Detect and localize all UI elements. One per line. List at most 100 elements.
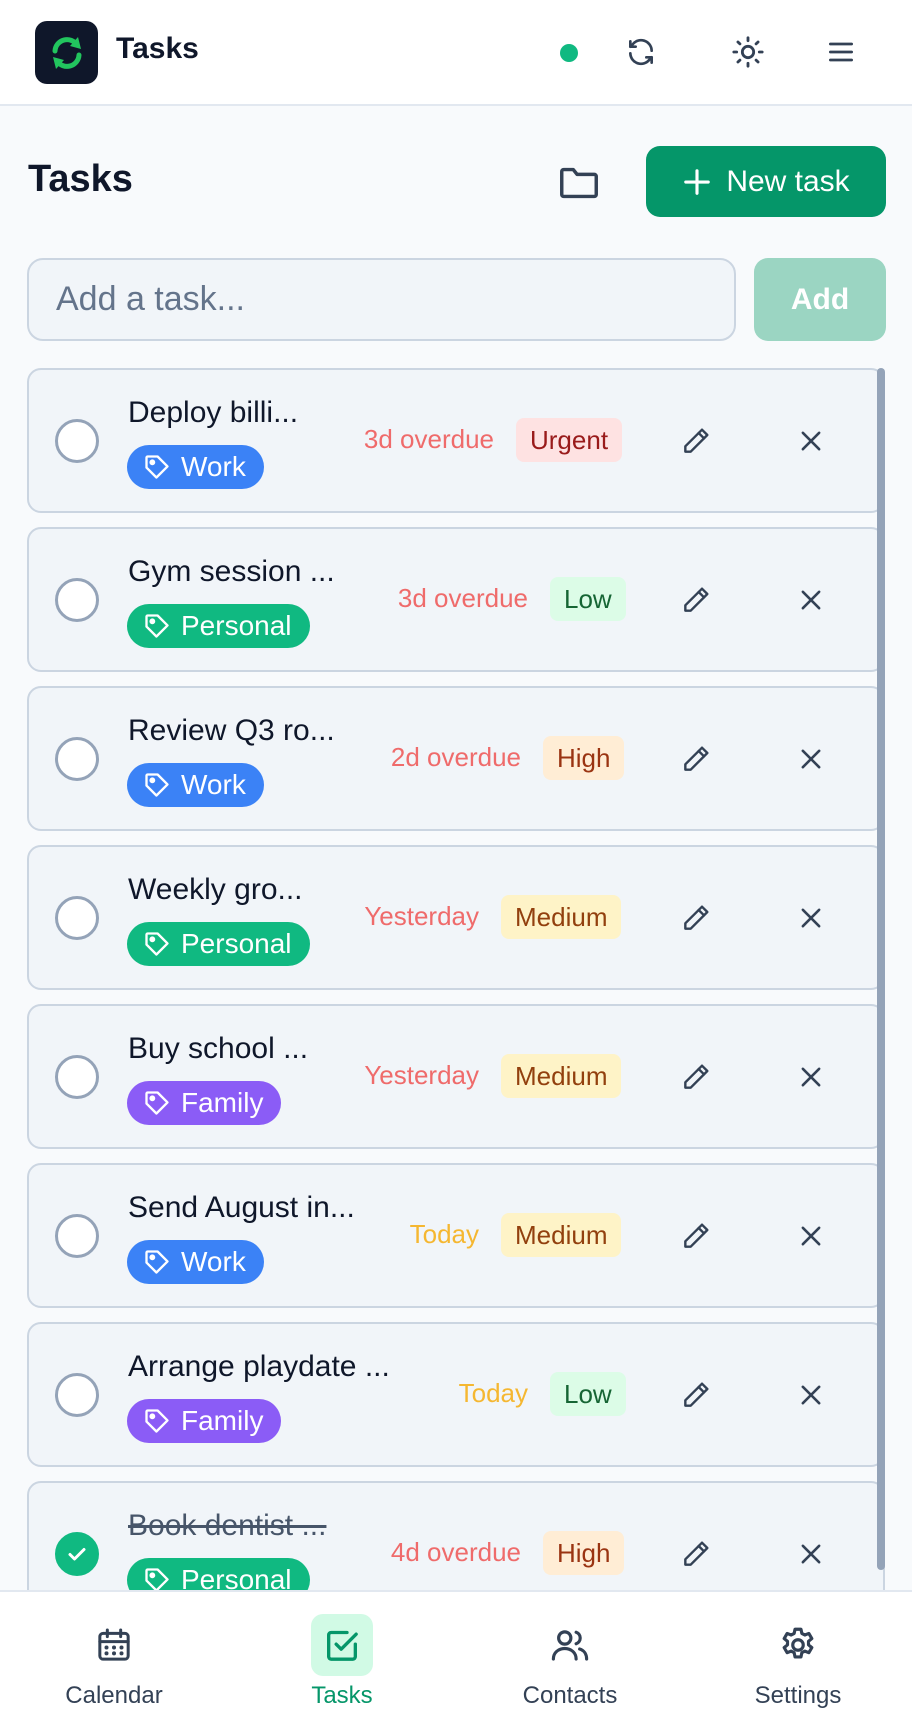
task-card[interactable]: Arrange playdate ... Family Today Low	[27, 1322, 885, 1467]
task-title: Send August in...	[128, 1191, 355, 1224]
task-list: Deploy billi... Work 3d overdue Urgent Gym s…	[27, 368, 885, 1590]
pencil-icon	[684, 587, 709, 612]
sync-button[interactable]	[619, 30, 663, 74]
task-complete-checkbox[interactable]	[55, 737, 99, 781]
task-card[interactable]: Send August in... Work Today Medium	[27, 1163, 885, 1308]
nav-label: Contacts	[522, 1682, 618, 1709]
task-card[interactable]: Book dentist ... Personal 4d overdue High	[27, 1481, 885, 1590]
task-complete-checkbox[interactable]	[55, 896, 99, 940]
task-priority-badge: High	[543, 1531, 625, 1575]
task-tag-label: Family	[181, 1405, 264, 1436]
task-priority-badge: Medium	[501, 1213, 622, 1257]
app-title: Tasks	[116, 32, 199, 65]
task-list-scrollbar[interactable]	[877, 368, 885, 1570]
task-priority-badge: Low	[550, 577, 626, 621]
edit-task-button[interactable]	[675, 897, 717, 939]
menu-button[interactable]	[819, 30, 863, 74]
task-tag-label: Personal	[181, 1564, 292, 1590]
task-tag-label: Work	[181, 1246, 246, 1277]
edit-task-button[interactable]	[675, 738, 717, 780]
delete-task-button[interactable]	[790, 1215, 832, 1257]
nav-calendar[interactable]: Calendar	[34, 1614, 194, 1714]
delete-task-button[interactable]	[790, 420, 832, 462]
delete-task-button[interactable]	[790, 1533, 832, 1575]
pencil-icon	[684, 428, 709, 453]
menu-icon	[829, 42, 853, 62]
close-icon	[801, 1385, 821, 1405]
task-card[interactable]: Gym session ... Personal 3d overdue Low	[27, 527, 885, 672]
edit-task-button[interactable]	[675, 1374, 717, 1416]
task-card[interactable]: Deploy billi... Work 3d overdue Urgent	[27, 368, 885, 513]
task-title: Deploy billi...	[128, 396, 299, 429]
tag-icon	[145, 932, 169, 956]
brightness-icon	[732, 36, 764, 68]
task-title: Weekly gro...	[128, 873, 303, 906]
task-tag: Personal	[127, 1558, 310, 1590]
task-tag: Family	[127, 1399, 282, 1443]
edit-task-button[interactable]	[675, 1215, 717, 1257]
task-complete-checkbox[interactable]	[55, 419, 99, 463]
close-icon	[801, 749, 821, 769]
pencil-icon	[684, 746, 709, 771]
task-title: Book dentist ...	[128, 1509, 327, 1542]
calendar-icon	[98, 1628, 130, 1661]
close-icon	[801, 908, 821, 928]
task-due-date: 3d overdue	[363, 424, 494, 454]
add-task-input[interactable]	[27, 258, 736, 341]
task-complete-checkbox[interactable]	[55, 1532, 99, 1576]
edit-task-button[interactable]	[675, 1533, 717, 1575]
nav-tasks[interactable]: Tasks	[262, 1614, 422, 1714]
task-due-date: 3d overdue	[397, 583, 528, 613]
close-icon	[801, 590, 821, 610]
edit-task-button[interactable]	[675, 1056, 717, 1098]
pencil-icon	[684, 1064, 709, 1089]
online-status-dot	[560, 44, 578, 62]
task-due-date: 4d overdue	[390, 1537, 521, 1567]
check-square-icon	[327, 1630, 358, 1661]
edit-task-button[interactable]	[675, 579, 717, 621]
task-tag-label: Work	[181, 769, 246, 800]
task-tag-label: Personal	[181, 928, 292, 959]
new-task-button[interactable]: New task	[646, 146, 886, 217]
delete-task-button[interactable]	[790, 579, 832, 621]
task-tag: Work	[127, 445, 264, 489]
delete-task-button[interactable]	[790, 1374, 832, 1416]
nav-label: Settings	[754, 1682, 842, 1709]
task-tag: Family	[127, 1081, 282, 1125]
task-due-date: Yesterday	[364, 1060, 479, 1090]
task-complete-checkbox[interactable]	[55, 1055, 99, 1099]
close-icon	[801, 1067, 821, 1087]
app-logo	[35, 21, 98, 84]
theme-toggle-button[interactable]	[726, 30, 770, 74]
task-priority-badge: Medium	[501, 1054, 622, 1098]
task-tag-label: Family	[181, 1087, 264, 1118]
task-tag: Personal	[127, 604, 310, 648]
edit-task-button[interactable]	[675, 420, 717, 462]
task-due-date: Yesterday	[364, 901, 479, 931]
checkmark-icon	[68, 1548, 86, 1561]
delete-task-button[interactable]	[790, 897, 832, 939]
task-title: Buy school ...	[128, 1032, 309, 1065]
task-due-date: Today	[458, 1378, 528, 1408]
nav-contacts[interactable]: Contacts	[490, 1614, 650, 1714]
task-complete-checkbox[interactable]	[55, 1214, 99, 1258]
close-icon	[801, 431, 821, 451]
tag-icon	[145, 455, 169, 479]
task-card[interactable]: Weekly gro... Personal Yesterday Medium	[27, 845, 885, 990]
close-icon	[801, 1226, 821, 1246]
pencil-icon	[684, 905, 709, 930]
nav-settings[interactable]: Settings	[718, 1614, 878, 1714]
add-task-button[interactable]: Add	[754, 258, 886, 341]
folder-button[interactable]	[552, 156, 606, 210]
new-task-label: New task	[726, 164, 850, 198]
task-due-date: Today	[409, 1219, 479, 1249]
task-priority-badge: High	[543, 736, 625, 780]
task-card[interactable]: Buy school ... Family Yesterday Medium	[27, 1004, 885, 1149]
delete-task-button[interactable]	[790, 738, 832, 780]
task-card[interactable]: Review Q3 ro... Work 2d overdue High	[27, 686, 885, 831]
task-complete-checkbox[interactable]	[55, 1373, 99, 1417]
task-complete-checkbox[interactable]	[55, 578, 99, 622]
sync-icon	[629, 38, 653, 66]
users-icon	[551, 1630, 589, 1661]
delete-task-button[interactable]	[790, 1056, 832, 1098]
